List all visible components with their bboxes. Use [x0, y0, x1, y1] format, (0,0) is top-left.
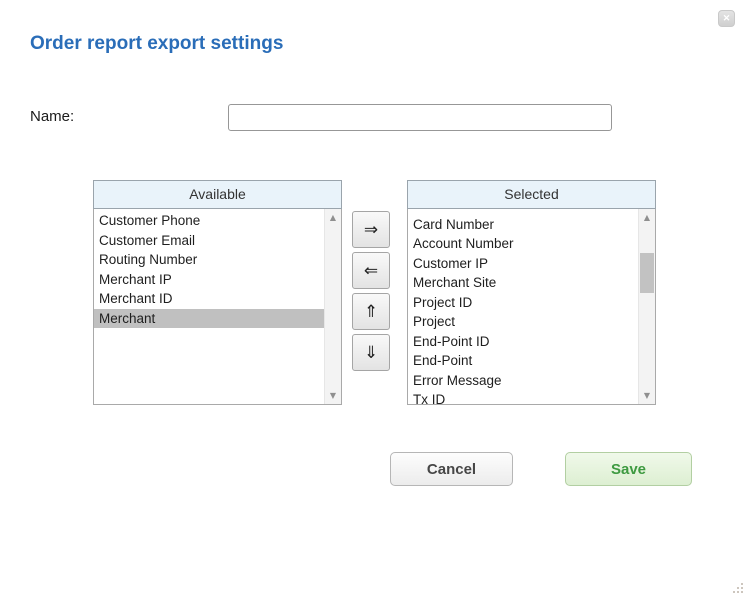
list-item[interactable]: Merchant: [94, 309, 324, 329]
available-panel: Available Customer PhoneCustomer EmailRo…: [93, 180, 342, 405]
scroll-down-icon[interactable]: ▼: [325, 387, 341, 404]
list-item[interactable]: Customer IP: [408, 254, 638, 274]
move-up-button[interactable]: ⇑: [352, 293, 390, 330]
move-down-button[interactable]: ⇓: [352, 334, 390, 371]
cancel-button[interactable]: Cancel: [390, 452, 513, 486]
transfer-buttons: ⇒ ⇐ ⇑ ⇓: [352, 211, 390, 375]
scroll-up-icon[interactable]: ▲: [639, 209, 655, 226]
save-button[interactable]: Save: [565, 452, 692, 486]
scrollbar-thumb[interactable]: [640, 253, 654, 293]
resize-grip-icon[interactable]: [729, 579, 745, 595]
available-listbox[interactable]: Customer PhoneCustomer EmailRouting Numb…: [93, 209, 342, 405]
selected-panel: Selected Card HolderCard NumberAccount N…: [407, 180, 656, 405]
list-item[interactable]: End-Point: [408, 351, 638, 371]
move-to-selected-button[interactable]: ⇒: [352, 211, 390, 248]
selected-header: Selected: [407, 180, 656, 209]
list-item[interactable]: Merchant Site: [408, 273, 638, 293]
selected-list: Card HolderCard NumberAccount NumberCust…: [408, 209, 638, 405]
dialog-title: Order report export settings: [30, 33, 283, 55]
list-item[interactable]: Routing Number: [94, 250, 324, 270]
list-item[interactable]: Project ID: [408, 293, 638, 313]
list-item[interactable]: Customer Phone: [94, 211, 324, 231]
list-item[interactable]: Project: [408, 312, 638, 332]
available-header: Available: [93, 180, 342, 209]
scroll-down-icon[interactable]: ▼: [639, 387, 655, 404]
name-input[interactable]: [228, 104, 612, 131]
name-label: Name:: [30, 108, 74, 125]
list-item[interactable]: Card Number: [408, 215, 638, 235]
move-to-available-button[interactable]: ⇐: [352, 252, 390, 289]
list-item[interactable]: Account Number: [408, 234, 638, 254]
list-item[interactable]: Merchant ID: [94, 289, 324, 309]
list-item[interactable]: End-Point ID: [408, 332, 638, 352]
scroll-up-icon[interactable]: ▲: [325, 209, 341, 226]
list-item[interactable]: Customer Email: [94, 231, 324, 251]
available-list: Customer PhoneCustomer EmailRouting Numb…: [94, 209, 324, 328]
list-item[interactable]: Error Message: [408, 371, 638, 391]
available-scrollbar[interactable]: ▲ ▼: [324, 209, 341, 404]
selected-scrollbar[interactable]: ▲ ▼: [638, 209, 655, 404]
order-report-export-dialog: ✕ Order report export settings Name: Ava…: [0, 0, 748, 598]
list-item[interactable]: Tx ID: [408, 390, 638, 405]
selected-listbox[interactable]: Card HolderCard NumberAccount NumberCust…: [407, 209, 656, 405]
close-icon[interactable]: ✕: [718, 10, 735, 27]
list-item[interactable]: Merchant IP: [94, 270, 324, 290]
